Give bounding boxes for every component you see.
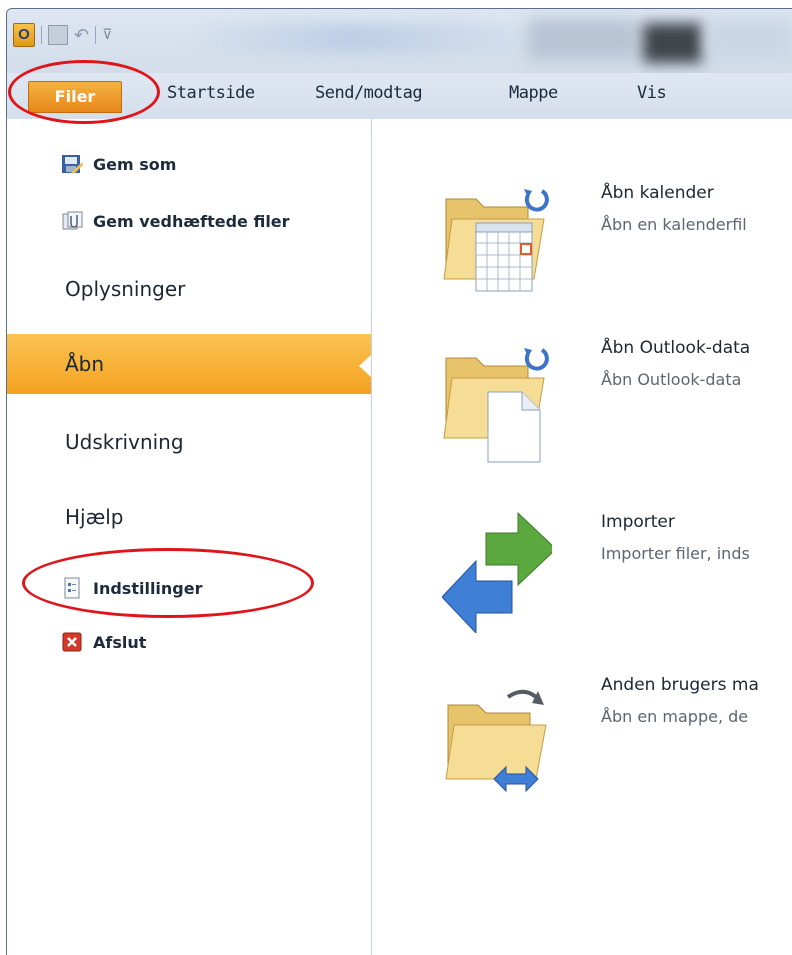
outlook-app-icon[interactable]: O [13, 23, 35, 47]
save-attachments-icon [61, 210, 83, 232]
quick-access-toolbar: O ↶ ⊽ [13, 23, 112, 47]
tab-view[interactable]: Vis [637, 83, 667, 103]
qat-divider [95, 26, 97, 44]
tab-home[interactable]: Startside [167, 83, 255, 103]
qat-divider [41, 26, 42, 44]
nav-help[interactable]: Hjælp [7, 487, 371, 547]
import-action[interactable]: Importer Importer filer, inds [372, 497, 792, 637]
title-bar: O ↶ ⊽ [7, 9, 792, 73]
action-desc: Åbn en mappe, de [601, 707, 749, 726]
nav-open-label: Åbn [65, 352, 105, 376]
ribbon-tabs: Filer Startside Send/modtag Mappe Vis [7, 73, 792, 120]
nav-save-attachments-label: Gem vedhæftede filer [93, 211, 290, 231]
options-icon [61, 577, 83, 599]
open-pane: Åbn kalender Åbn en kalenderfil Åbn Outl… [372, 119, 792, 955]
close-icon [61, 631, 83, 653]
action-desc: Åbn en kalenderfil [601, 215, 747, 234]
tab-send-receive[interactable]: Send/modtag [315, 83, 423, 103]
data-file-folder-icon [442, 338, 552, 463]
calendar-folder-icon [442, 179, 552, 292]
save-icon[interactable] [48, 25, 68, 45]
nav-exit-label: Afslut [93, 632, 147, 652]
nav-options-label: Indstillinger [93, 578, 203, 598]
nav-save-as-label: Gem som [93, 154, 177, 174]
selection-notch [359, 355, 371, 377]
outlook-window: O ↶ ⊽ Filer Startside Send/modtag Mappe … [6, 8, 792, 955]
nav-exit[interactable]: Afslut [61, 631, 146, 653]
action-title: Åbn Outlook-data [601, 338, 751, 358]
other-user-folder-action[interactable]: Anden brugers ma Åbn en mappe, de [372, 661, 792, 801]
backstage-nav: Gem som Gem vedhæftede filer Oplysninger… [7, 119, 372, 955]
undo-icon[interactable]: ↶ [74, 25, 89, 46]
open-calendar-action[interactable]: Åbn kalender Åbn en kalenderfil [372, 167, 792, 307]
action-desc: Åbn Outlook-data [601, 370, 742, 389]
import-arrows-icon [441, 503, 557, 635]
tab-folder[interactable]: Mappe [509, 83, 558, 103]
tab-file[interactable]: Filer [28, 81, 122, 113]
nav-print[interactable]: Udskrivning [7, 412, 371, 472]
nav-open[interactable]: Åbn [7, 334, 371, 394]
action-title: Importer [601, 512, 675, 532]
nav-save-attachments[interactable]: Gem vedhæftede filer [61, 210, 290, 232]
save-as-icon [61, 153, 83, 175]
action-desc: Importer filer, inds [601, 544, 750, 563]
nav-save-as[interactable]: Gem som [61, 153, 176, 175]
shared-folder-icon [442, 675, 552, 793]
customize-qat-icon[interactable]: ⊽ [102, 27, 112, 43]
open-outlook-data-action[interactable]: Åbn Outlook-data Åbn Outlook-data [372, 324, 792, 474]
nav-info[interactable]: Oplysninger [7, 259, 371, 319]
nav-options[interactable]: Indstillinger [61, 577, 203, 599]
action-title: Åbn kalender [601, 183, 714, 203]
action-title: Anden brugers ma [601, 675, 759, 695]
